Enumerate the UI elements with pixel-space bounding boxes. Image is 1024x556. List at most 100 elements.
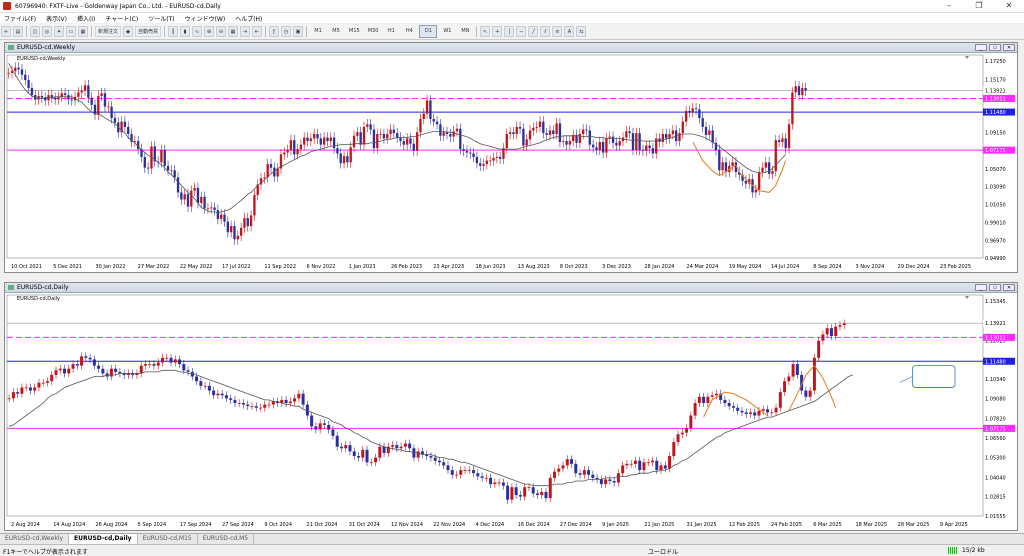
daily-chart[interactable]: 1.153451.139211.128251.130111.114801.103… <box>5 293 1017 530</box>
tab-m5[interactable]: EURUSD-cd,M5 <box>198 534 255 544</box>
candle-body <box>432 118 435 122</box>
daily-close-button[interactable]: ✕ <box>1003 284 1015 291</box>
tab-daily[interactable]: EURUSD-cd,Daily <box>69 534 138 544</box>
period-m1[interactable]: M1 <box>310 26 326 37</box>
weekly-chart-window[interactable]: EURUSD-cd,Weekly _ ▭ ✕ 1.172501.151701.1… <box>4 42 1018 273</box>
y-axis-label: 1.17250 <box>985 59 1006 65</box>
period-w1[interactable]: W1 <box>439 26 455 37</box>
chart-shift-icon[interactable]: ⇤ <box>252 26 263 37</box>
trendline-icon[interactable]: ╱ <box>528 26 539 37</box>
menu-file[interactable]: ファイル(F) <box>4 14 36 23</box>
vertical-line-icon[interactable]: │ <box>504 26 515 37</box>
candle-body <box>143 364 147 366</box>
period-m15[interactable]: M15 <box>346 26 363 37</box>
candle-body <box>731 406 735 408</box>
candle-body <box>54 370 58 375</box>
daily-restore-button[interactable]: ▭ <box>989 284 1001 291</box>
tab-m15[interactable]: EURUSD-cd,M15 <box>138 534 198 544</box>
menu-insert[interactable]: 挿入(I) <box>77 14 95 23</box>
x-axis-label: 23 Feb 2025 <box>940 264 971 270</box>
tab-weekly[interactable]: EURUSD-cd,Weekly <box>0 534 70 544</box>
period-mn[interactable]: MN <box>457 26 473 37</box>
candle-body <box>446 465 450 471</box>
periods-icon[interactable]: ◷ <box>281 26 292 37</box>
candle-body <box>269 164 273 168</box>
candle-body <box>372 129 376 149</box>
daily-minimize-button[interactable]: _ <box>975 284 987 291</box>
period-m30[interactable]: M30 <box>365 26 382 37</box>
bar-chart-icon[interactable]: ┃ <box>168 26 179 37</box>
crosshair-icon[interactable]: + <box>492 26 503 37</box>
candle-body <box>322 423 326 425</box>
editor-icon[interactable]: ◆ <box>123 26 134 37</box>
period-h1[interactable]: H1 <box>383 26 399 37</box>
auto-trade-button[interactable]: 自動売買 <box>135 26 162 37</box>
market-watch-icon[interactable]: ◫ <box>30 26 40 37</box>
candle-body <box>84 356 88 358</box>
channel-icon[interactable]: ⫽ <box>540 26 551 37</box>
minimize-button[interactable]: – <box>934 0 964 12</box>
candle-body <box>518 126 522 129</box>
candle-body <box>346 156 349 163</box>
zoom-out-icon[interactable]: ⊖ <box>216 26 227 37</box>
candle-body <box>20 69 24 75</box>
cursor-icon[interactable]: ↖ <box>480 26 491 37</box>
candle-body <box>777 140 781 142</box>
candle-body <box>53 97 57 100</box>
candle-body <box>608 479 612 481</box>
data-window-icon[interactable]: ◎ <box>42 26 52 37</box>
menu-tools[interactable]: ツール(T) <box>148 14 174 23</box>
menu-chart[interactable]: チャート(C) <box>105 14 138 23</box>
x-axis-label: 24 Mar 2024 <box>687 264 719 270</box>
candle-body <box>616 473 620 483</box>
close-button[interactable]: ✕ <box>994 0 1024 12</box>
candle-body <box>161 357 165 363</box>
templates-icon[interactable]: ▣ <box>293 26 304 37</box>
candle-body <box>548 130 552 135</box>
candle-body <box>698 109 701 119</box>
zoom-in-icon[interactable]: ⊕ <box>204 26 215 37</box>
menu-help[interactable]: ヘルプ(H) <box>235 14 262 23</box>
candle-body <box>220 214 223 219</box>
tester-icon[interactable]: ▦ <box>78 26 88 37</box>
candle-body <box>253 195 256 216</box>
text-icon[interactable]: A <box>564 26 575 37</box>
terminal-icon[interactable]: ▭ <box>66 26 76 37</box>
menu-view[interactable]: 表示(V) <box>46 14 67 23</box>
candle-body <box>731 162 734 166</box>
tile-icon[interactable]: ▦ <box>228 26 239 37</box>
x-axis-label: 24 Feb 2025 <box>771 522 802 528</box>
indicators-icon[interactable]: ƒ <box>269 26 280 37</box>
candle-body <box>469 152 472 154</box>
x-axis-label: 9 Jan 2025 <box>602 522 629 528</box>
weekly-restore-button[interactable]: ▭ <box>989 44 1001 51</box>
menu-window[interactable]: ウィンドウ(W) <box>185 14 226 23</box>
navigator-icon[interactable]: ✦ <box>54 26 64 37</box>
line-chart-icon[interactable]: ∿ <box>192 26 203 37</box>
weekly-chart[interactable]: 1.17250 1.15170 1.13921 1.13011 1.11480 1.091… <box>5 53 1017 272</box>
candle-body <box>80 90 83 93</box>
daily-chart-window[interactable]: EURUSD-cd,Daily _ ▭ ✕ 1.153451.139211.12… <box>4 282 1018 531</box>
autoscroll-icon[interactable]: ⇥ <box>240 26 251 37</box>
candle-body <box>688 111 691 112</box>
candle-body <box>180 192 183 200</box>
weekly-close-button[interactable]: ✕ <box>1003 44 1015 51</box>
blue-price-tag: 1.11480 <box>985 359 1006 365</box>
maximize-button[interactable]: ❐ <box>964 0 994 12</box>
period-h4[interactable]: H4 <box>401 26 417 37</box>
new-chart-icon[interactable]: + <box>1 26 11 37</box>
period-m5[interactable]: M5 <box>328 26 344 37</box>
weekly-minimize-button[interactable]: _ <box>975 44 987 51</box>
candle-body <box>405 138 409 145</box>
new-order-button[interactable]: 新規注文 <box>95 26 122 37</box>
arrows-icon[interactable]: ⇆ <box>576 26 587 37</box>
current-price-tag: 1.13921 <box>985 321 1006 327</box>
profiles-icon[interactable]: ▤ <box>13 26 23 37</box>
period-d1[interactable]: D1 <box>419 25 438 38</box>
candle-chart-icon[interactable]: ▮ <box>180 26 191 37</box>
candle-body <box>744 412 748 414</box>
y-axis-label: 1.05300 <box>985 456 1006 462</box>
fibonacci-icon[interactable]: ≡ <box>552 26 563 37</box>
horizontal-line-icon[interactable]: ─ <box>516 26 527 37</box>
candle-body <box>425 100 429 114</box>
